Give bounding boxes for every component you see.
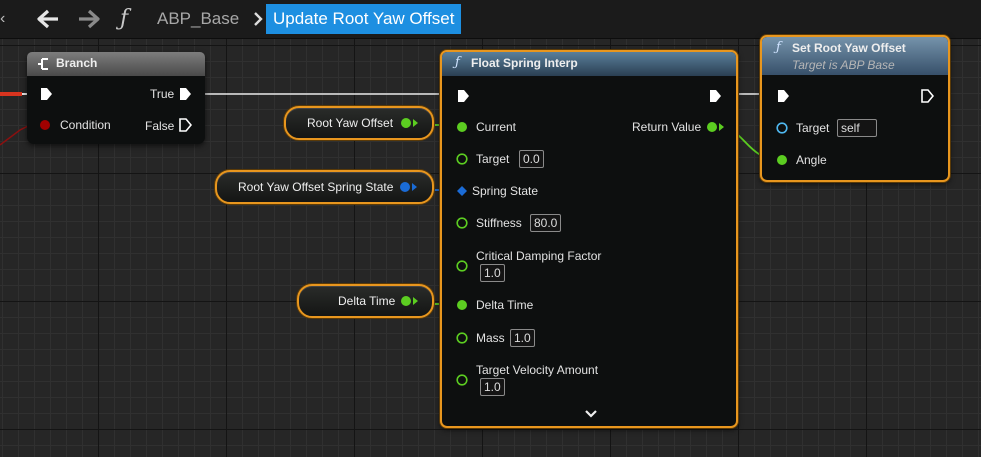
spring-state-out-pin[interactable] — [399, 181, 419, 193]
set-target-field[interactable]: self — [837, 119, 877, 137]
spring-state-label: Spring State — [472, 184, 539, 198]
branch-icon — [38, 58, 48, 70]
set-root-yaw-offset-node[interactable]: ƒ Set Root Yaw Offset Target is ABP Base… — [760, 35, 950, 182]
branch-node-title: Branch — [56, 56, 98, 70]
spring-mass-label: Mass — [476, 331, 505, 345]
spring-target-field[interactable]: 0.0 — [519, 150, 544, 168]
spring-target-pin[interactable] — [456, 153, 468, 165]
breadcrumb-function[interactable]: Update Root Yaw Offset — [266, 4, 462, 34]
root-yaw-offset-out-pin[interactable] — [400, 117, 420, 129]
float-spring-interp-header[interactable]: ƒ Float Spring Interp — [442, 52, 736, 76]
spring-state-getter-label: Root Yaw Offset Spring State — [238, 180, 394, 194]
condition-wire — [0, 124, 31, 146]
set-root-yaw-offset-subtitle: Target is ABP Base — [792, 58, 895, 72]
spring-mass-field[interactable]: 1.0 — [510, 329, 535, 347]
spring-damping-field[interactable]: 1.0 — [480, 264, 505, 282]
set-target-pin[interactable] — [776, 122, 788, 134]
delta-time-out-pin[interactable] — [400, 295, 420, 307]
root-yaw-offset-getter-label: Root Yaw Offset — [307, 116, 394, 130]
spring-velocity-pin[interactable] — [456, 374, 468, 386]
function-icon: ƒ — [120, 6, 129, 31]
spring-state-getter[interactable]: Root Yaw Offset Spring State — [215, 170, 434, 204]
spring-exec-out-pin[interactable] — [708, 89, 722, 103]
float-spring-interp-node[interactable]: ƒ Float Spring Interp Current Return Val… — [440, 50, 738, 428]
set-root-yaw-offset-title: Set Root Yaw Offset — [792, 41, 906, 55]
expand-chevron-icon[interactable] — [584, 408, 598, 420]
spring-damping-pin[interactable] — [456, 260, 468, 272]
branch-true-label: True — [150, 87, 175, 101]
function-icon: ƒ — [455, 55, 460, 70]
spring-current-label: Current — [476, 120, 517, 134]
spring-stiffness-pin[interactable] — [456, 217, 468, 229]
breadcrumb-blueprint[interactable]: ABP_Base — [157, 9, 239, 29]
root-yaw-offset-getter[interactable]: Root Yaw Offset — [284, 106, 434, 140]
branch-node[interactable]: Branch True Condition False — [27, 52, 205, 144]
set-root-yaw-offset-header[interactable]: ƒ Set Root Yaw Offset Target is ABP Base — [762, 37, 948, 75]
branch-true-pin[interactable] — [178, 87, 192, 101]
branch-node-header[interactable]: Branch — [27, 52, 205, 76]
delta-time-getter[interactable]: Delta Time — [297, 284, 434, 318]
spring-mass-pin[interactable] — [456, 332, 468, 344]
set-exec-out-pin[interactable] — [920, 89, 934, 103]
set-angle-label: Angle — [796, 153, 827, 167]
toolbar-edge-icon[interactable]: ‹ — [0, 8, 12, 30]
toolbar: ‹ ƒ ABP_Base Update Root Yaw Offset — [0, 0, 981, 39]
spring-delta-time-pin[interactable] — [456, 299, 468, 311]
spring-return-pin[interactable] — [706, 121, 726, 133]
back-arrow-icon[interactable] — [36, 7, 62, 31]
spring-target-label: Target — [476, 152, 510, 166]
function-icon: ƒ — [776, 40, 781, 55]
branch-false-label: False — [145, 119, 175, 133]
branch-condition-pin[interactable] — [39, 119, 51, 131]
spring-current-pin[interactable] — [456, 121, 468, 133]
spring-state-pin[interactable] — [456, 185, 468, 197]
delta-time-getter-label: Delta Time — [338, 294, 396, 308]
spring-velocity-field[interactable]: 1.0 — [480, 378, 505, 396]
spring-stiffness-field[interactable]: 80.0 — [530, 214, 562, 232]
branch-condition-label: Condition — [60, 118, 111, 132]
spring-damping-label: Critical Damping Factor — [476, 249, 602, 263]
spring-return-label: Return Value — [632, 120, 702, 134]
set-exec-in-pin[interactable] — [776, 89, 790, 103]
spring-stiffness-label: Stiffness — [476, 216, 522, 230]
spring-exec-in-pin[interactable] — [456, 89, 470, 103]
set-angle-pin[interactable] — [776, 154, 788, 166]
spring-delta-time-label: Delta Time — [476, 298, 534, 312]
set-target-label: Target — [796, 121, 830, 135]
branch-exec-in-pin[interactable] — [39, 87, 53, 101]
breadcrumb-separator-icon — [254, 12, 263, 26]
forward-arrow-icon[interactable] — [75, 7, 101, 31]
branch-false-pin[interactable] — [178, 118, 192, 132]
spring-velocity-label: Target Velocity Amount — [476, 363, 599, 377]
float-spring-interp-title: Float Spring Interp — [471, 56, 578, 70]
